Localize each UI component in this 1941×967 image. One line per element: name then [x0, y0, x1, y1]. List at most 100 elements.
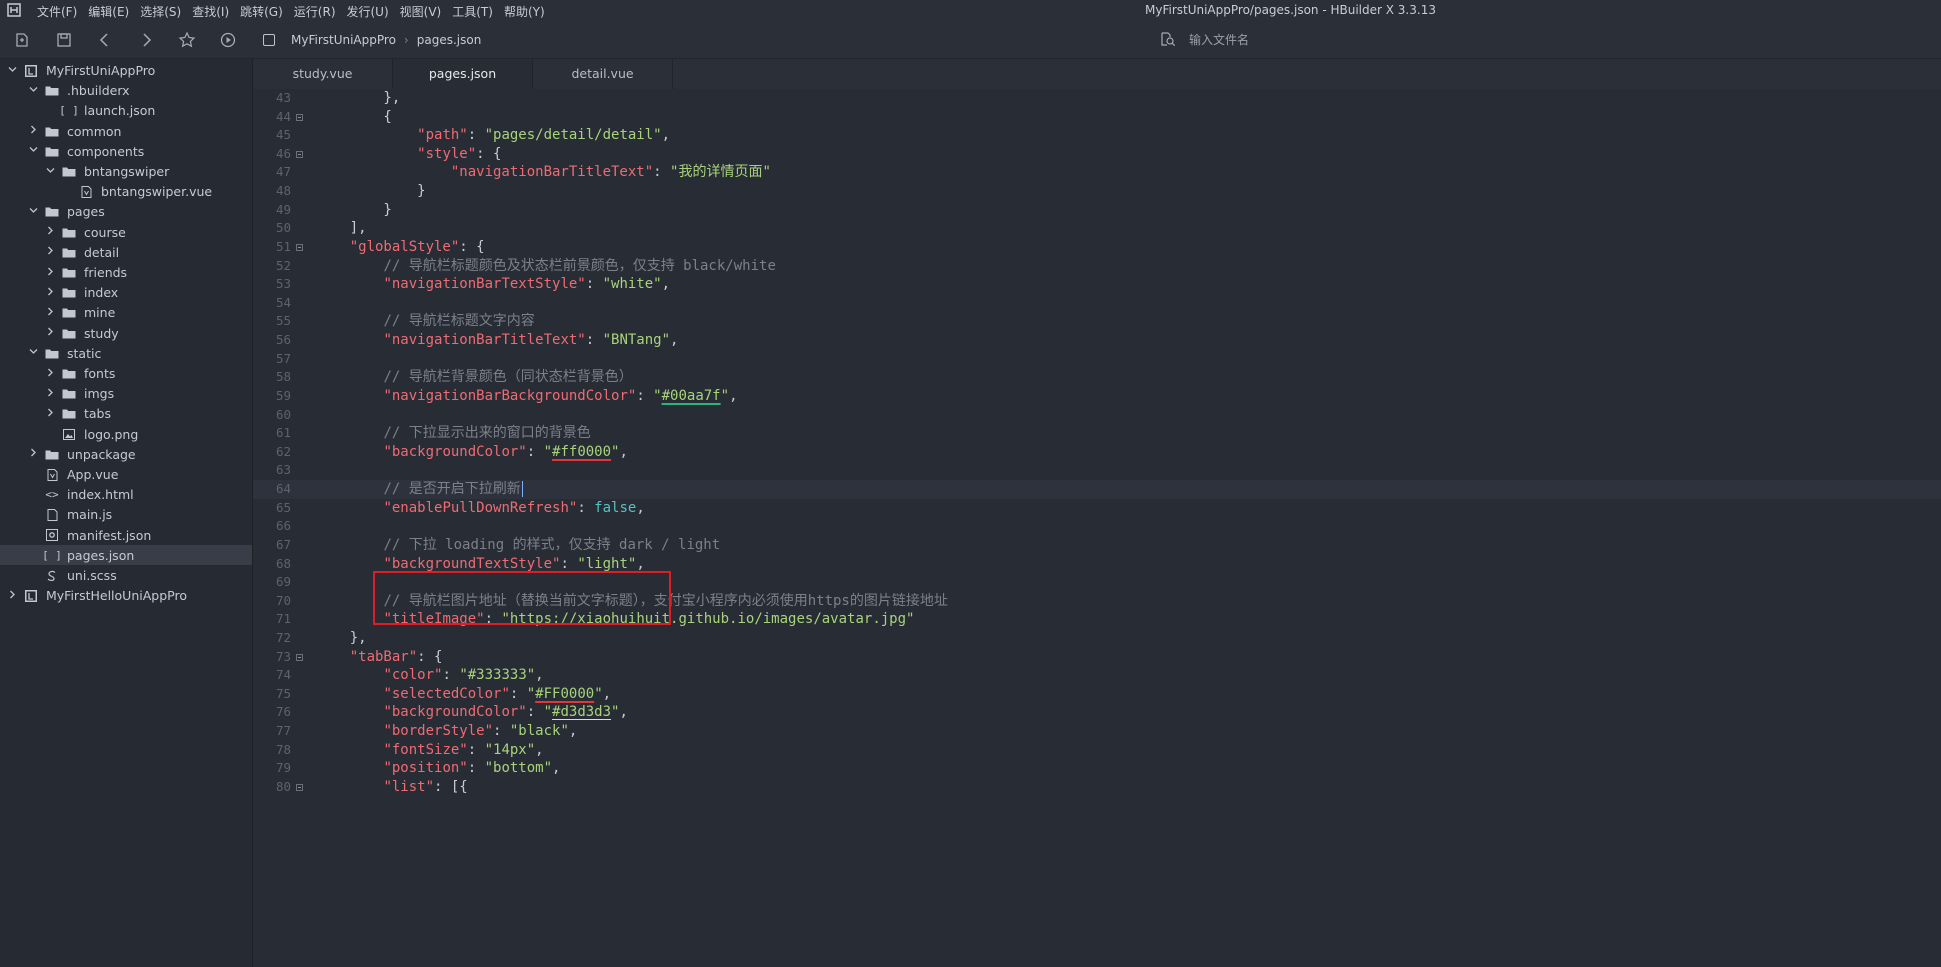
sidebar-item-components[interactable]: components — [0, 141, 252, 161]
code-line[interactable]: 58 // 导航栏背景颜色（同状态栏背景色） — [253, 368, 1941, 387]
code-line[interactable]: 55 // 导航栏标题文字内容 — [253, 312, 1941, 331]
code-line[interactable]: 75 "selectedColor": "#FF0000", — [253, 685, 1941, 704]
sidebar-item-unpackage[interactable]: unpackage — [0, 444, 252, 464]
code-line[interactable]: 74 "color": "#333333", — [253, 666, 1941, 685]
code-line[interactable]: 62 "backgroundColor": "#ff0000", — [253, 443, 1941, 462]
sidebar-item-friends[interactable]: friends — [0, 263, 252, 283]
sidebar-item-index[interactable]: index — [0, 283, 252, 303]
chevron-right-icon[interactable] — [45, 368, 55, 380]
menu-item[interactable]: 查找(I) — [192, 3, 229, 20]
code-line[interactable]: 45 "path": "pages/detail/detail", — [253, 126, 1941, 145]
code-line[interactable]: 60 — [253, 406, 1941, 425]
menu-item[interactable]: 帮助(Y) — [504, 3, 545, 20]
sidebar-item-pages-json[interactable]: [ ] pages.json — [0, 545, 252, 566]
sidebar-item-manifest-json[interactable]: manifest.json — [0, 525, 252, 545]
tab-detail-vue[interactable]: detail.vue — [533, 59, 673, 89]
file-search-input[interactable] — [1189, 30, 1549, 50]
fold-toggle-icon[interactable] — [296, 243, 303, 251]
menu-item[interactable]: 运行(R) — [294, 3, 336, 20]
code-line[interactable]: 43 }, — [253, 89, 1941, 108]
menu-item[interactable]: 选择(S) — [140, 3, 181, 20]
run-icon[interactable] — [219, 31, 237, 49]
chevron-down-icon[interactable] — [28, 347, 38, 359]
save-icon[interactable] — [55, 31, 73, 49]
sidebar-item-myfirsthellouniapppro[interactable]: MyFirstHelloUniAppPro — [0, 586, 252, 606]
chevron-right-icon[interactable] — [45, 307, 55, 319]
code-editor[interactable]: 43 }, 44 {45 "path": "pages/detail/detail… — [253, 89, 1941, 967]
code-line[interactable]: 76 "backgroundColor": "#d3d3d3", — [253, 703, 1941, 722]
chevron-down-icon[interactable] — [45, 166, 55, 178]
code-line[interactable]: 78 "fontSize": "14px", — [253, 741, 1941, 760]
code-line[interactable]: 54 — [253, 294, 1941, 313]
code-line[interactable]: 67 // 下拉 loading 的样式，仅支持 dark / light — [253, 536, 1941, 555]
code-line[interactable]: 50 ], — [253, 219, 1941, 238]
menu-item[interactable]: 工具(T) — [452, 3, 493, 20]
tab-study-vue[interactable]: study.vue — [253, 59, 393, 89]
chevron-right-icon[interactable] — [45, 226, 55, 238]
back-icon[interactable] — [96, 31, 114, 49]
breadcrumb-file[interactable]: pages.json — [417, 33, 482, 47]
sidebar-item-study[interactable]: study — [0, 323, 252, 343]
chevron-right-icon[interactable] — [28, 448, 38, 460]
sidebar-item-hbuilderx[interactable]: .hbuilderx — [0, 81, 252, 101]
code-line[interactable]: 66 — [253, 517, 1941, 536]
code-line[interactable]: 56 "navigationBarTitleText": "BNTang", — [253, 331, 1941, 350]
chevron-right-icon[interactable] — [45, 267, 55, 279]
sidebar-item-static[interactable]: static — [0, 343, 252, 363]
sidebar-item-bntangswiper-vue[interactable]: bntangswiper.vue — [0, 182, 252, 202]
sidebar-item-pages[interactable]: pages — [0, 202, 252, 222]
code-line[interactable]: 68 "backgroundTextStyle": "light", — [253, 555, 1941, 574]
sidebar-item-index-html[interactable]: <> index.html — [0, 485, 252, 505]
chevron-right-icon[interactable] — [45, 246, 55, 258]
sidebar-item-imgs[interactable]: imgs — [0, 384, 252, 404]
chevron-right-icon[interactable] — [45, 408, 55, 420]
code-line[interactable]: 49 } — [253, 201, 1941, 220]
code-line[interactable]: 73 "tabBar": { — [253, 648, 1941, 667]
sidebar-item-detail[interactable]: detail — [0, 242, 252, 262]
menu-item[interactable]: 发行(U) — [347, 3, 389, 20]
code-line[interactable]: 47 "navigationBarTitleText": "我的详情页面" — [253, 163, 1941, 182]
fold-toggle-icon[interactable] — [296, 113, 303, 121]
chevron-down-icon[interactable] — [28, 85, 38, 97]
star-icon[interactable] — [178, 31, 196, 49]
menu-item[interactable]: 视图(V) — [400, 3, 442, 20]
code-line[interactable]: 57 — [253, 350, 1941, 369]
sidebar-item-logo-png[interactable]: logo.png — [0, 424, 252, 444]
forward-icon[interactable] — [137, 31, 155, 49]
code-line[interactable]: 80 "list": [{ — [253, 778, 1941, 797]
code-line[interactable]: 44 { — [253, 108, 1941, 127]
chevron-right-icon[interactable] — [28, 125, 38, 137]
code-line[interactable]: 46 "style": { — [253, 145, 1941, 164]
code-line[interactable]: 53 "navigationBarTextStyle": "white", — [253, 275, 1941, 294]
chevron-down-icon[interactable] — [7, 65, 17, 77]
menu-item[interactable]: 文件(F) — [37, 3, 77, 20]
chevron-right-icon[interactable] — [7, 590, 17, 602]
code-line[interactable]: 70 // 导航栏图片地址（替换当前文字标题），支付宝小程序内必须使用https… — [253, 592, 1941, 611]
tab-pages-json[interactable]: pages.json — [393, 59, 533, 89]
fold-toggle-icon[interactable] — [296, 653, 303, 661]
code-line[interactable]: 63 — [253, 461, 1941, 480]
sidebar-item-launch-json[interactable]: [ ] launch.json — [0, 101, 252, 121]
breadcrumb-project[interactable]: MyFirstUniAppPro — [291, 33, 396, 47]
code-line[interactable]: 64 // 是否开启下拉刷新 — [253, 480, 1941, 499]
sidebar-item-app-vue[interactable]: App.vue — [0, 465, 252, 485]
sidebar-item-tabs[interactable]: tabs — [0, 404, 252, 424]
code-line[interactable]: 71 "titleImage": "https://xiaohuihuit.gi… — [253, 610, 1941, 629]
chevron-right-icon[interactable] — [45, 327, 55, 339]
code-line[interactable]: 79 "position": "bottom", — [253, 759, 1941, 778]
new-file-icon[interactable] — [13, 31, 31, 49]
chevron-right-icon[interactable] — [45, 388, 55, 400]
code-line[interactable]: 69 — [253, 573, 1941, 592]
chevron-right-icon[interactable] — [45, 287, 55, 299]
code-line[interactable]: 72 }, — [253, 629, 1941, 648]
code-line[interactable]: 51 "globalStyle": { — [253, 238, 1941, 257]
code-line[interactable]: 52 // 导航栏标题颜色及状态栏前景颜色，仅支持 black/white — [253, 257, 1941, 276]
code-line[interactable]: 77 "borderStyle": "black", — [253, 722, 1941, 741]
menu-item[interactable]: 跳转(G) — [240, 3, 283, 20]
sidebar-item-main-js[interactable]: main.js — [0, 505, 252, 525]
sidebar-item-bntangswiper[interactable]: bntangswiper — [0, 162, 252, 182]
sidebar-item-course[interactable]: course — [0, 222, 252, 242]
menu-item[interactable]: 编辑(E) — [88, 3, 129, 20]
chevron-down-icon[interactable] — [28, 145, 38, 157]
sidebar-item-uni-scss[interactable]: uni.scss — [0, 566, 252, 586]
